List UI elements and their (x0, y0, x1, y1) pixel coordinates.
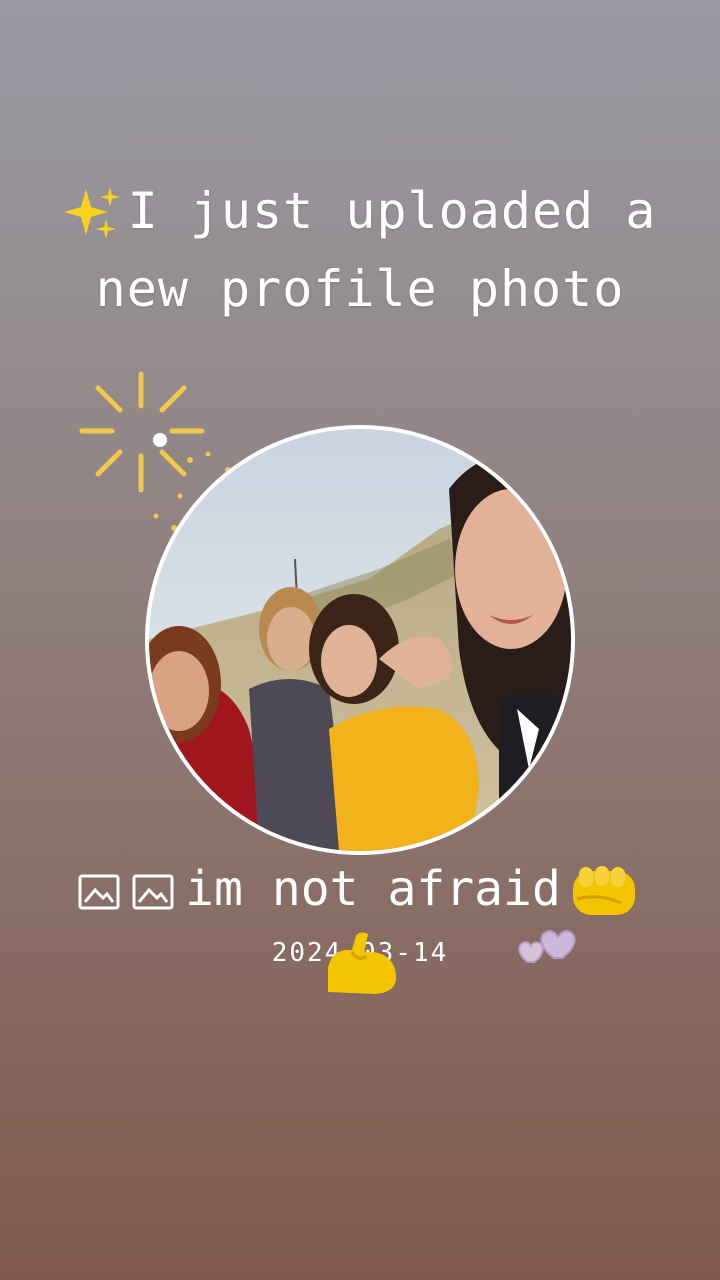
caption-text: im not afraid (185, 861, 561, 917)
sparkles-icon (63, 186, 120, 239)
profile-photo-frame (145, 425, 575, 855)
oncoming-fist-icon (572, 866, 635, 915)
group-selfie-photo (149, 429, 571, 851)
headline-text-1: I just uploaded a (127, 182, 657, 240)
caption: im not afraid (0, 857, 720, 921)
photo-icon (78, 874, 120, 910)
headline: I just uploaded a new profile photo (0, 172, 720, 328)
flexed-biceps-icon (328, 932, 397, 994)
photo-icon (132, 874, 174, 910)
headline-line-1: I just uploaded a (0, 172, 720, 250)
bubble-hearts-icon (518, 930, 576, 963)
headline-line-2: new profile photo (95, 260, 625, 318)
